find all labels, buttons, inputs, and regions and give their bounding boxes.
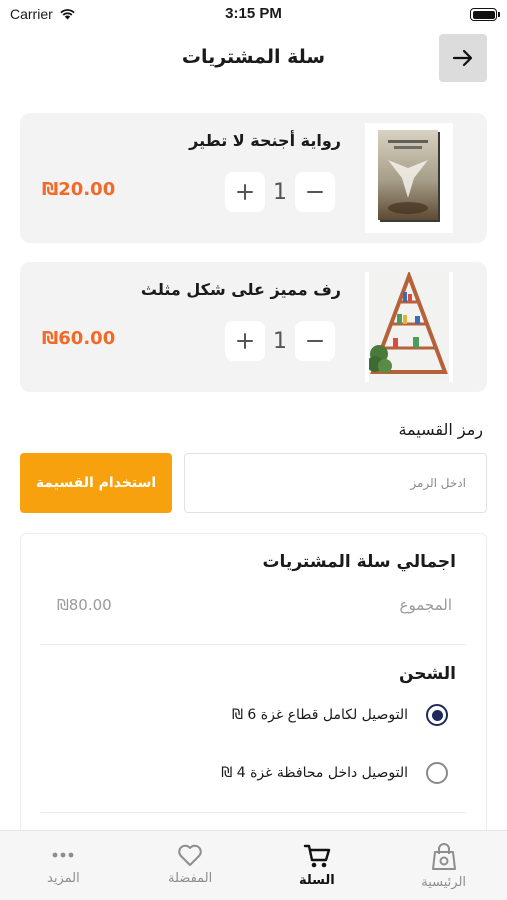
tab-more[interactable]: المزيد	[0, 831, 126, 900]
arrow-right-icon	[452, 49, 473, 67]
cart-item: رواية أجنحة لا تطير 1 ₪20.00	[20, 113, 487, 243]
divider	[41, 812, 466, 813]
minus-icon	[307, 191, 323, 193]
shipping-option-label: التوصيل لكامل قطاع غزة 6 ₪	[231, 707, 408, 723]
product-price: ₪60.00	[42, 328, 116, 349]
tab-label: الرئيسية	[421, 875, 467, 890]
triangle-shelf-image	[369, 272, 449, 382]
status-time: 3:15 PM	[225, 5, 282, 22]
shipping-title: الشحن	[398, 664, 456, 684]
tab-label: السلة	[298, 873, 335, 888]
tab-favorites[interactable]: المفضلة	[127, 831, 253, 900]
product-name: رواية أجنحة لا تطير	[189, 131, 341, 150]
cart-icon	[303, 844, 331, 868]
increase-quantity-button[interactable]	[225, 172, 265, 212]
tab-label: المفضلة	[168, 871, 213, 886]
decrease-quantity-button[interactable]	[295, 172, 335, 212]
decrease-quantity-button[interactable]	[295, 321, 335, 361]
tab-home[interactable]: الرئيسية	[381, 831, 507, 900]
product-image[interactable]	[365, 272, 453, 382]
plus-icon	[237, 184, 253, 200]
tab-cart[interactable]: السلة	[254, 831, 380, 900]
quantity-stepper: 1	[225, 320, 335, 362]
increase-quantity-button[interactable]	[225, 321, 265, 361]
quantity-stepper: 1	[225, 171, 335, 213]
product-image[interactable]	[365, 123, 453, 233]
subtotal-value: ₪80.00	[57, 596, 112, 614]
coupon-label: رمز القسيمة	[398, 420, 483, 439]
page-title: سلة المشتريات	[181, 46, 326, 68]
bottom-tab-bar: الرئيسية السلة المفضلة المزيد	[0, 830, 507, 900]
shipping-option[interactable]: التوصيل لكامل قطاع غزة 6 ₪	[232, 704, 448, 726]
radio-unselected-icon[interactable]	[426, 762, 448, 784]
subtotal-label: المجموع	[399, 596, 452, 614]
quantity-value: 1	[273, 328, 287, 354]
tab-label: المزيد	[47, 871, 80, 886]
plus-icon	[237, 333, 253, 349]
shipping-option-label: التوصيل داخل محافظة غزة 4 ₪	[221, 765, 408, 781]
product-name: رف مميز على شكل مثلث	[140, 280, 341, 299]
coupon-code-input[interactable]	[184, 453, 487, 513]
cart-item: رف مميز على شكل مثلث 1 ₪60.00	[20, 262, 487, 392]
book-cover-image	[378, 130, 440, 222]
status-bar: Carrier 3:15 PM	[0, 0, 507, 28]
battery-icon	[470, 8, 500, 21]
shipping-option[interactable]: التوصيل داخل محافظة غزة 4 ₪	[221, 762, 448, 784]
divider	[41, 644, 466, 645]
quantity-value: 1	[273, 179, 287, 205]
back-button[interactable]	[439, 34, 487, 82]
more-icon	[52, 852, 74, 858]
apply-coupon-button[interactable]: استخدام القسيمة	[20, 453, 172, 513]
cart-summary: اجمالي سلة المشتريات المجموع ₪80.00 الشح…	[20, 533, 487, 853]
top-bar: سلة المشتريات	[0, 34, 507, 84]
radio-selected-icon[interactable]	[426, 704, 448, 726]
product-price: ₪20.00	[42, 179, 116, 200]
shopping-bag-icon	[431, 843, 456, 870]
heart-icon	[178, 844, 202, 866]
minus-icon	[307, 340, 323, 342]
summary-title: اجمالي سلة المشتريات	[262, 552, 456, 572]
